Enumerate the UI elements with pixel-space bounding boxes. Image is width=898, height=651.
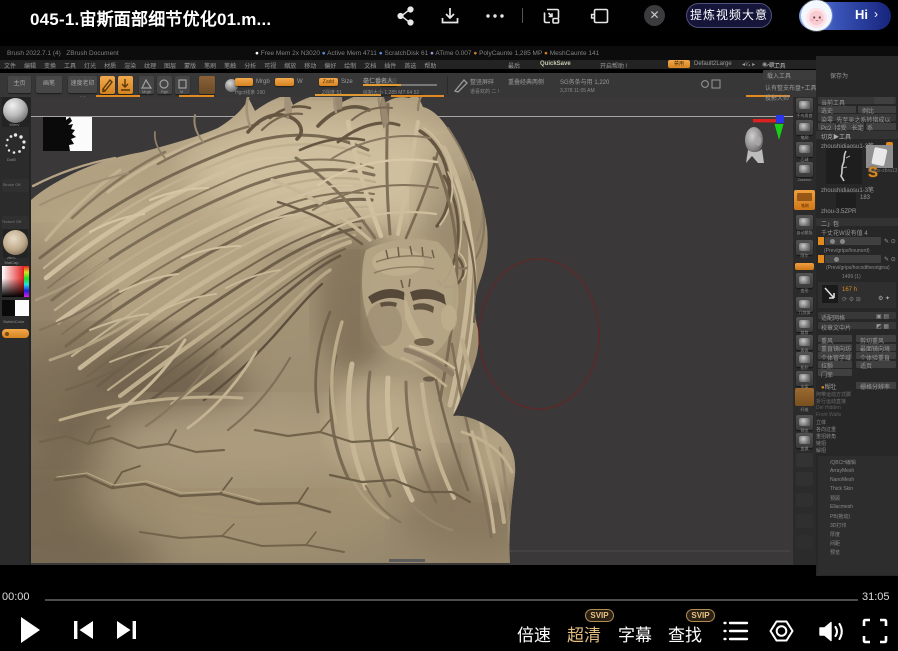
svg-text:Rgb: Rgb [161, 89, 169, 94]
svg-text:Mrgb: Mrgb [142, 89, 152, 94]
svg-text:M: M [180, 89, 183, 94]
